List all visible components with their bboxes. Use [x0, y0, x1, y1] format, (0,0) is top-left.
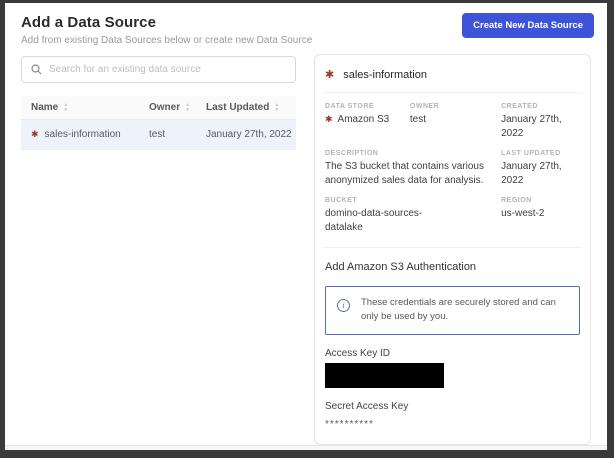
table-row-sales-information[interactable]: ✱ sales-information test January 27th, 2…	[21, 120, 296, 150]
sort-carets-icon[interactable]: ▲ ▼	[63, 103, 68, 112]
access-key-id-field-redacted[interactable]	[325, 363, 444, 388]
secret-access-key-value[interactable]: **********	[325, 419, 580, 430]
field-data-store: DATA STORE ✱ Amazon S3	[325, 103, 404, 140]
s3-data-source-icon: ✱	[31, 130, 39, 139]
sort-carets-icon[interactable]: ▲ ▼	[274, 103, 279, 112]
s3-data-source-icon: ✱	[325, 70, 334, 81]
search-box[interactable]	[21, 56, 296, 83]
s3-data-source-icon: ✱	[325, 115, 333, 124]
field-label: DESCRIPTION	[325, 150, 495, 157]
secret-access-key-label: Secret Access Key	[325, 401, 580, 412]
field-label: DATA STORE	[325, 103, 404, 110]
column-header-owner[interactable]: Owner ▲ ▼	[149, 102, 206, 113]
caret-down-icon: ▼	[274, 108, 279, 113]
column-label: Owner	[149, 102, 180, 113]
auth-section: Add Amazon S3 Authentication i These cre…	[323, 248, 582, 430]
field-value: domino-data-sources-datalake	[325, 207, 437, 234]
row-last-updated: January 27th, 2022	[206, 129, 296, 140]
column-label: Name	[31, 102, 58, 113]
field-created: CREATED January 27th, 2022	[501, 103, 580, 140]
existing-sources-panel: Name ▲ ▼ Owner ▲ ▼ Last Updated	[21, 56, 296, 150]
credentials-info-alert: i These credentials are securely stored …	[325, 286, 580, 335]
add-data-source-dialog: Add a Data Source Add from existing Data…	[0, 0, 614, 458]
row-owner: test	[149, 129, 206, 140]
field-label: LAST UPDATED	[501, 150, 580, 157]
field-label: CREATED	[501, 103, 580, 110]
column-header-last-updated[interactable]: Last Updated ▲ ▼	[206, 102, 296, 113]
field-label: OWNER	[410, 103, 495, 110]
field-value: test	[410, 113, 495, 127]
column-header-name[interactable]: Name ▲ ▼	[31, 102, 149, 113]
field-bucket: BUCKET domino-data-sources-datalake	[325, 197, 495, 234]
alert-text: These credentials are securely stored an…	[361, 296, 568, 325]
detail-card-header: ✱ sales-information	[323, 59, 582, 93]
field-value: us-west-2	[501, 207, 580, 221]
search-icon	[31, 64, 42, 75]
field-last-updated: LAST UPDATED January 27th, 2022	[501, 150, 580, 187]
field-label: BUCKET	[325, 197, 495, 204]
field-owner: OWNER test	[410, 103, 495, 140]
access-key-id-label: Access Key ID	[325, 348, 580, 359]
data-source-detail-card: ✱ sales-information DATA STORE ✱ Amazon …	[314, 54, 591, 445]
detail-title: sales-information	[343, 69, 427, 81]
detail-fields-grid: DATA STORE ✱ Amazon S3 OWNER test CREATE…	[323, 93, 582, 248]
create-new-data-source-button[interactable]: Create New Data Source	[462, 13, 594, 38]
info-circle-icon: i	[337, 299, 350, 312]
column-label: Last Updated	[206, 102, 269, 113]
caret-down-icon: ▼	[63, 108, 68, 113]
field-value: The S3 bucket that contains various anon…	[325, 160, 495, 187]
dialog-body: Name ▲ ▼ Owner ▲ ▼ Last Updated	[5, 50, 607, 445]
field-value: Amazon S3	[338, 113, 390, 127]
search-input[interactable]	[49, 64, 286, 75]
sort-carets-icon[interactable]: ▲ ▼	[185, 103, 190, 112]
field-value: January 27th, 2022	[501, 113, 580, 140]
dialog-footer: Cancel Add to Project	[5, 445, 607, 458]
field-region: REGION us-west-2	[501, 197, 580, 234]
field-label: REGION	[501, 197, 580, 204]
row-name-cell: ✱ sales-information	[31, 129, 149, 140]
auth-section-title: Add Amazon S3 Authentication	[325, 261, 580, 273]
caret-down-icon: ▼	[185, 108, 190, 113]
dialog-header: Add a Data Source Add from existing Data…	[5, 3, 607, 50]
row-name: sales-information	[45, 129, 121, 140]
table-header-row: Name ▲ ▼ Owner ▲ ▼ Last Updated	[21, 96, 296, 120]
field-description: DESCRIPTION The S3 bucket that contains …	[325, 150, 495, 187]
add-to-project-button[interactable]: Add to Project	[500, 451, 592, 458]
field-value: January 27th, 2022	[501, 160, 580, 187]
